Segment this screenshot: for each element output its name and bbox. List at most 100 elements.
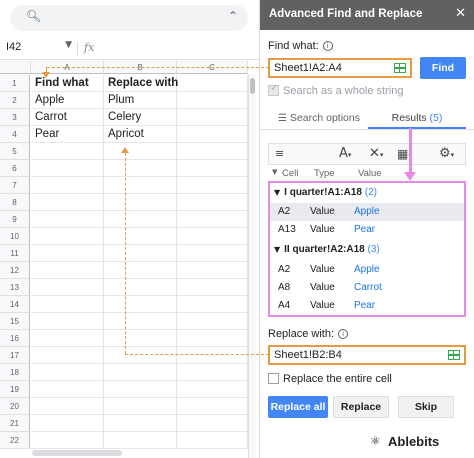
grid-cell[interactable] [104, 211, 177, 228]
row-header[interactable]: 8 [0, 194, 30, 211]
row-header[interactable]: 9 [0, 211, 30, 228]
grid-cell[interactable] [31, 143, 104, 160]
grid-cell[interactable]: Apricot [104, 126, 177, 143]
result-group-2[interactable]: ▼ II quarter!A2:A18 (3) [270, 241, 464, 259]
grid-cell[interactable] [177, 296, 248, 313]
grid-cell[interactable] [104, 245, 177, 262]
grid-cell[interactable]: Apple [31, 92, 104, 109]
grid-cell[interactable] [177, 381, 248, 398]
grid-cell[interactable] [177, 92, 248, 109]
grid-cell[interactable] [177, 109, 248, 126]
text-format-icon[interactable]: A▾ [339, 146, 351, 162]
grid-cell[interactable] [177, 432, 248, 449]
row-header[interactable]: 15 [0, 313, 30, 330]
row-header[interactable]: 12 [0, 262, 30, 279]
grid-cell[interactable] [31, 330, 104, 347]
results-col-cell[interactable]: Cell [282, 168, 298, 179]
group-name[interactable]: II quarter!A2:A18 [284, 244, 365, 255]
row-header[interactable]: 5 [0, 143, 30, 160]
info-icon[interactable]: i [338, 329, 349, 339]
grid-cell[interactable] [177, 160, 248, 177]
grid-cell[interactable]: Pear [31, 126, 104, 143]
grid-cell[interactable] [177, 126, 248, 143]
grid-cell[interactable] [104, 415, 177, 432]
grid-cell[interactable] [104, 160, 177, 177]
search-menus-bar[interactable]: 🔍︎ ⌃ [10, 5, 248, 31]
result-row[interactable]: A2 Value Apple [270, 203, 464, 221]
row-header[interactable]: 7 [0, 177, 30, 194]
result-cell[interactable]: A2 [278, 203, 290, 221]
tab-search-options[interactable]: ☰ Search options [270, 109, 368, 129]
group-name[interactable]: I quarter!A1:A18 [284, 187, 362, 198]
close-icon[interactable]: ✕ [455, 6, 466, 21]
grid-cell[interactable] [104, 330, 177, 347]
grid-cell[interactable]: Replace with [104, 75, 178, 92]
result-cell[interactable]: A8 [278, 279, 290, 297]
tab-results[interactable]: Results (5) [368, 109, 466, 129]
grid-cell[interactable] [104, 296, 177, 313]
row-header[interactable]: 18 [0, 364, 30, 381]
result-type[interactable]: Value [310, 261, 335, 279]
checklist-icon[interactable]: ≡ [275, 146, 284, 162]
horizontal-scrollbar[interactable] [32, 450, 122, 456]
grid-cell[interactable] [104, 262, 177, 279]
select-range-icon[interactable] [448, 350, 460, 360]
grid-cell[interactable] [104, 143, 177, 160]
grid-cell[interactable] [104, 381, 177, 398]
replace-with-value[interactable]: Sheet1!B2:B4 [274, 349, 342, 361]
grid-cell[interactable] [177, 75, 248, 92]
grid-cell[interactable] [31, 160, 104, 177]
result-value[interactable]: Pear [354, 221, 375, 239]
result-type[interactable]: Value [310, 297, 335, 315]
grid-cell[interactable] [31, 177, 104, 194]
result-value[interactable]: Apple [354, 203, 380, 221]
row-header[interactable]: 22 [0, 432, 30, 449]
result-cell[interactable]: A4 [278, 297, 290, 315]
grid-cell[interactable] [104, 347, 177, 364]
search-icon[interactable]: 🔍︎ [26, 9, 41, 23]
grid-cell[interactable] [31, 364, 104, 381]
result-type[interactable]: Value [310, 279, 335, 297]
grid-cell[interactable] [177, 194, 248, 211]
grid-cell[interactable] [177, 211, 248, 228]
result-row[interactable]: A8 Value Carrot [270, 279, 464, 297]
select-range-icon[interactable] [394, 63, 406, 73]
row-header[interactable]: 11 [0, 245, 30, 262]
chevron-up-icon[interactable]: ⌃ [228, 9, 238, 23]
result-row[interactable]: A13 Value Pear [270, 221, 464, 239]
grid-cell[interactable] [31, 415, 104, 432]
grid-cell[interactable] [31, 347, 104, 364]
find-what-value[interactable]: Sheet1!A2:A4 [274, 62, 342, 74]
grid-cell[interactable] [104, 194, 177, 211]
search-whole-string-checkbox[interactable] [268, 83, 279, 96]
result-row[interactable]: A4 Value Pear [270, 297, 464, 315]
grid-cell[interactable] [31, 398, 104, 415]
grid-cell[interactable] [177, 330, 248, 347]
row-header[interactable]: 21 [0, 415, 30, 432]
find-button[interactable]: Find [420, 57, 466, 79]
grid-cell[interactable] [177, 279, 248, 296]
grid-cell[interactable] [177, 364, 248, 381]
name-box[interactable]: I42 ▼ [6, 40, 72, 57]
skip-button[interactable]: Skip [398, 396, 454, 418]
row-header[interactable]: 3 [0, 109, 30, 126]
grid-cell[interactable]: Celery [104, 109, 177, 126]
result-type[interactable]: Value [310, 203, 335, 221]
row-header[interactable]: 16 [0, 330, 30, 347]
grid-cell[interactable] [31, 432, 104, 449]
select-all-corner[interactable] [0, 61, 31, 74]
result-value[interactable]: Apple [354, 261, 380, 279]
result-group-1[interactable]: ▼ I quarter!A1:A18 (2) [270, 184, 464, 202]
results-col-type[interactable]: Type [314, 168, 335, 179]
grid-cell[interactable] [177, 143, 248, 160]
grid-cell[interactable] [31, 245, 104, 262]
result-value[interactable]: Carrot [354, 279, 382, 297]
find-what-input[interactable]: Sheet1!A2:A4 [268, 58, 412, 78]
grid-cell[interactable] [104, 398, 177, 415]
row-header[interactable]: 10 [0, 228, 30, 245]
vertical-scrollbar[interactable] [248, 74, 256, 458]
row-header[interactable]: 17 [0, 347, 30, 364]
grid-cell[interactable] [177, 347, 248, 364]
grid-cell[interactable] [177, 398, 248, 415]
results-col-value[interactable]: Value [358, 168, 382, 179]
